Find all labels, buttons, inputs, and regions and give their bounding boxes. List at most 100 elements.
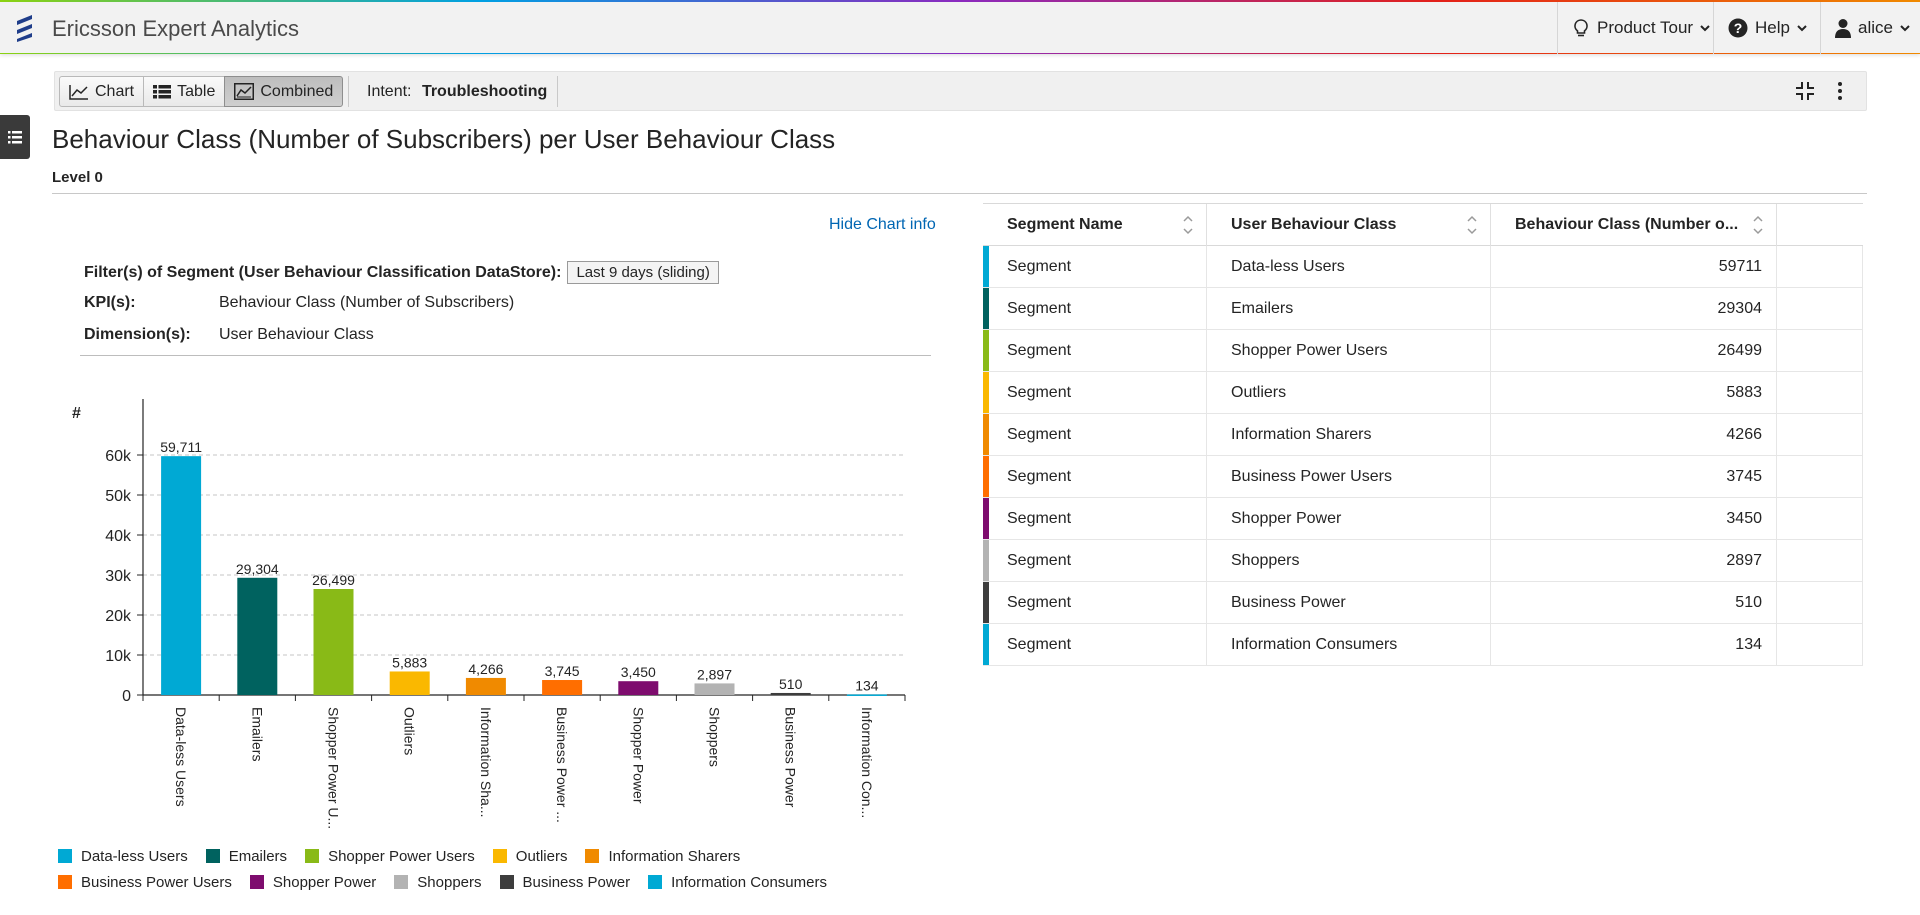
data-label: 3,745 [545, 663, 580, 679]
legend-row: Business Power Users Shopper Power Shopper… [58, 869, 918, 895]
table-row[interactable]: Segment Data-less Users 59711 [983, 246, 1863, 288]
legend-label: Business Power Users [81, 873, 232, 891]
product-tour-label: Product Tour [1597, 18, 1694, 37]
filter-label: Filter(s) of Segment (User Behaviour Cla… [84, 263, 562, 281]
bar [237, 577, 278, 695]
cell-segment-name: Segment [983, 330, 1207, 371]
sort-icon[interactable] [1466, 213, 1478, 237]
intent-value: Troubleshooting [421, 83, 548, 100]
cell-user-behaviour-class: Data-less Users [1207, 246, 1491, 287]
page-title: Behaviour Class (Number of Subscribers) … [52, 124, 836, 154]
cell-spacer [1777, 582, 1863, 623]
legend-item[interactable]: Information Sharers [585, 848, 740, 865]
y-tick-label: 30k [105, 568, 132, 585]
bar [846, 694, 887, 696]
user-menu-button[interactable]: alice [1820, 2, 1920, 54]
data-label: 2,897 [697, 666, 732, 682]
legend-item[interactable]: Business Power [499, 874, 630, 891]
table-row[interactable]: Segment Information Consumers 134 [983, 624, 1863, 666]
legend-label: Data-less Users [81, 847, 188, 865]
legend-label: Shopper Power [272, 873, 377, 891]
y-axis-label: # [72, 405, 81, 422]
chevron-down-icon [1797, 25, 1807, 32]
table-view-button[interactable]: Table [143, 76, 226, 107]
table-row[interactable]: Segment Emailers 29304 [983, 288, 1863, 330]
toolbar-divider [557, 76, 558, 107]
legend-item[interactable]: Emailers [205, 848, 287, 865]
row-color-indicator [983, 456, 989, 497]
data-label: 510 [779, 676, 803, 692]
cell-user-behaviour-class: Shopper Power [1207, 498, 1491, 539]
row-color-indicator [983, 624, 989, 665]
table-row[interactable]: Segment Shoppers 2897 [983, 540, 1863, 582]
lightbulb-icon [1574, 19, 1588, 37]
bar [770, 692, 811, 695]
table-body: Segment Data-less Users 59711 Segment Emaile… [983, 246, 1863, 666]
dimension-label: Dimension(s): [84, 326, 191, 343]
column-header-segment-name[interactable]: Segment Name [983, 204, 1207, 246]
data-label: 59,711 [160, 439, 202, 455]
ericsson-logo-icon[interactable] [14, 14, 36, 42]
kpi-row: KPI(s): Behaviour Class (Number of Subsc… [84, 294, 514, 312]
cell-behaviour-class-count: 2897 [1491, 540, 1777, 581]
user-label: alice [1858, 18, 1893, 37]
table-row[interactable]: Segment Business Power 510 [983, 582, 1863, 624]
dimension-row: Dimension(s): User Behaviour Class [84, 326, 374, 344]
collapse-icon[interactable] [1795, 81, 1815, 101]
cell-behaviour-class-count: 29304 [1491, 288, 1777, 329]
cell-spacer [1777, 456, 1863, 497]
cell-segment-name: Segment [983, 498, 1207, 539]
x-tick-label: Information Sha... [478, 707, 494, 818]
table-row[interactable]: Segment Shopper Power 3450 [983, 498, 1863, 540]
row-color-indicator [983, 540, 989, 581]
kpi-label: KPI(s): [84, 294, 136, 311]
hide-chart-info-link[interactable]: Hide Chart info [829, 216, 936, 234]
legend-item[interactable]: Business Power Users [58, 874, 232, 891]
data-label: 134 [855, 677, 879, 693]
data-label: 3,450 [621, 664, 656, 680]
side-panel-toggle[interactable] [0, 115, 30, 159]
combined-view-icon [234, 83, 255, 100]
cell-spacer [1777, 624, 1863, 665]
kpi-value: Behaviour Class (Number of Subscribers) [219, 294, 515, 311]
legend-item[interactable]: Shopper Power [249, 873, 377, 891]
list-icon [8, 130, 22, 143]
table-row[interactable]: Segment Outliers 5883 [983, 372, 1863, 414]
legend-item[interactable]: Shoppers [394, 874, 482, 891]
cell-user-behaviour-class: Information Sharers [1207, 414, 1491, 455]
cell-user-behaviour-class: Information Consumers [1207, 624, 1491, 665]
table-row[interactable]: Segment Business Power Users 3745 [983, 456, 1863, 498]
cell-spacer [1777, 498, 1863, 539]
filter-value-button[interactable]: Last 9 days (sliding) [567, 261, 719, 284]
help-button[interactable]: ? Help [1713, 2, 1821, 54]
cell-spacer [1777, 288, 1863, 329]
legend-swatch [585, 849, 600, 863]
app-title: Ericsson Expert Analytics [52, 16, 299, 41]
legend-label: Information Consumers [671, 873, 827, 891]
legend-item[interactable]: Shopper Power Users [305, 848, 475, 865]
sort-icon[interactable] [1182, 213, 1194, 237]
legend-item[interactable]: Information Consumers [648, 874, 827, 891]
more-options-icon[interactable] [1836, 81, 1844, 101]
legend-item[interactable]: Outliers [492, 848, 567, 865]
column-header-user-behaviour-class[interactable]: User Behaviour Class [1207, 204, 1491, 246]
user-icon [1835, 19, 1851, 38]
view-toolbar: Chart Table Combined Intent: Troubleshoo… [54, 71, 1867, 111]
cell-segment-name: Segment [983, 456, 1207, 497]
cell-user-behaviour-class: Shoppers [1207, 540, 1491, 581]
column-header-label: User Behaviour Class [1231, 216, 1397, 233]
table-row[interactable]: Segment Shopper Power Users 26499 [983, 330, 1863, 372]
sort-icon[interactable] [1752, 213, 1764, 237]
chart-view-button[interactable]: Chart [59, 76, 145, 107]
row-color-indicator [983, 372, 989, 413]
row-color-indicator [983, 288, 989, 329]
combined-view-button[interactable]: Combined [224, 76, 344, 107]
legend-label: Shopper Power Users [328, 847, 475, 865]
table-header: Segment Name User Behaviour Class Behavi… [983, 203, 1863, 246]
product-tour-button[interactable]: Product Tour [1557, 2, 1724, 54]
row-color-indicator [983, 582, 989, 623]
column-header-behaviour-class-count[interactable]: Behaviour Class (Number o... [1491, 204, 1777, 246]
legend-item[interactable]: Data-less Users [58, 848, 188, 865]
table-row[interactable]: Segment Information Sharers 4266 [983, 414, 1863, 456]
table-grid-icon [153, 84, 172, 98]
